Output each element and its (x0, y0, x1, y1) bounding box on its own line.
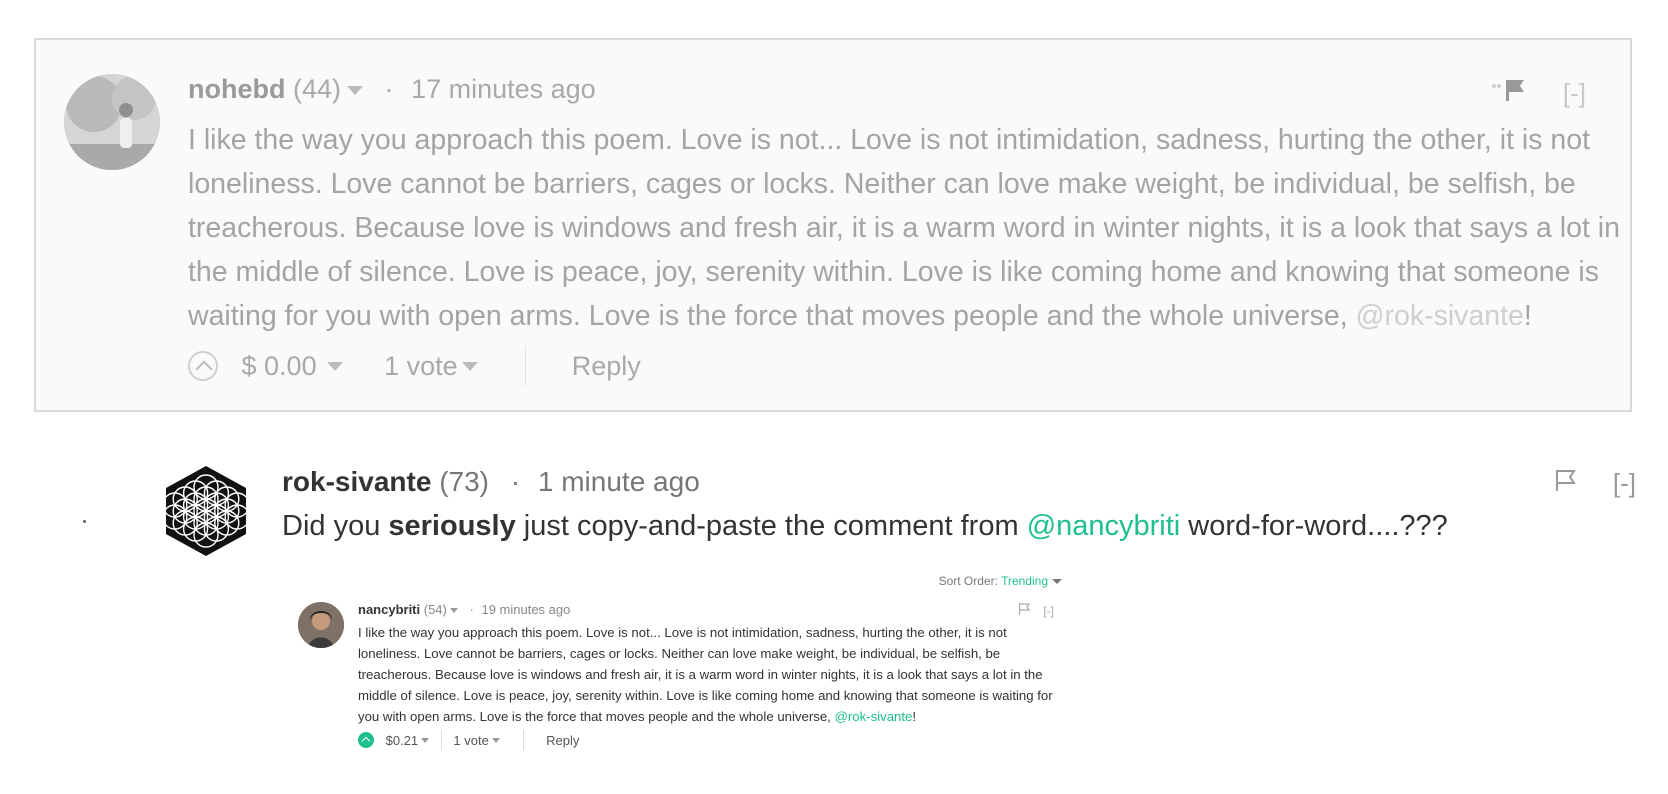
avatar (298, 602, 344, 648)
chevron-down-icon (449, 608, 458, 614)
bullet-dot (83, 520, 86, 523)
reply-link[interactable]: Reply (572, 351, 641, 382)
comment-text: Did you (282, 510, 389, 542)
avatar[interactable] (64, 74, 160, 170)
comment-text: I like the way you approach this poem. L… (358, 625, 1053, 724)
comment-meta: nohebd (44) · 17 minutes ago (188, 74, 596, 105)
comment-controls: [-] (1018, 602, 1054, 619)
collapse-button[interactable]: [-] (1613, 468, 1636, 498)
mention-link[interactable]: @rok-sivante (1356, 300, 1524, 332)
author-name: nancybriti (358, 602, 421, 617)
chevron-down-icon (491, 737, 500, 743)
parent-comment: nohebd (44) · 17 minutes ago [-] I like … (34, 38, 1632, 412)
comment-controls: [-] (1554, 466, 1636, 500)
separator-dot: · (384, 74, 394, 104)
collapse-button[interactable]: [-] (1563, 78, 1586, 108)
comment-text-bold: seriously (388, 510, 516, 542)
upvote-icon (358, 732, 374, 748)
comment-text-end: ! (912, 709, 917, 724)
payout-value[interactable]: $ 0.00 (242, 351, 317, 382)
user-photo-icon (64, 74, 160, 170)
chevron-down-icon[interactable] (347, 86, 364, 96)
user-photo-icon (298, 602, 344, 648)
comment-text: just copy-and-paste the comment from (515, 510, 1027, 542)
chevron-down-icon (421, 737, 430, 743)
comment-text-end: ! (1523, 300, 1532, 332)
divider (440, 730, 442, 750)
comment-actions: $0.21 1 vote Reply (358, 730, 579, 750)
comment-body: Did you seriously just copy-and-paste th… (282, 510, 1448, 543)
vote-count: 1 vote (453, 732, 489, 748)
mention-link[interactable]: @nancybriti (1027, 510, 1181, 542)
flag-icon[interactable] (1554, 467, 1576, 500)
chevron-down-icon (1052, 579, 1062, 585)
comment-meta: rok-sivante (73) · 1 minute ago (282, 466, 700, 498)
comment-time: 19 minutes ago (481, 602, 571, 617)
comment-body: I like the way you approach this poem. L… (188, 118, 1628, 338)
flag-icon (1018, 602, 1031, 619)
chevron-down-icon[interactable] (461, 361, 478, 371)
reply-link: Reply (546, 732, 580, 748)
sort-value: Trending (1001, 574, 1048, 588)
avatar[interactable] (164, 466, 248, 556)
divider (523, 730, 525, 750)
author-name[interactable]: rok-sivante (282, 466, 431, 497)
divider (525, 346, 527, 386)
author-reputation: (54) (423, 602, 447, 617)
mention-link: @rok-sivante (834, 709, 913, 724)
upvote-icon[interactable] (188, 351, 218, 381)
sort-label: Sort Order: (938, 574, 998, 588)
sort-order: Sort Order: Trending (939, 574, 1062, 588)
embedded-screenshot: Sort Order: Trending nancybriti (54) · 1… (296, 570, 1066, 760)
chevron-down-icon[interactable] (326, 361, 343, 371)
payout-value: $0.21 (385, 732, 419, 748)
comment-actions: $ 0.00 1 vote Reply (188, 346, 641, 390)
collapse-button: [-] (1043, 603, 1055, 618)
author-reputation: (73) (439, 466, 489, 497)
flower-of-life-icon (166, 466, 246, 556)
vote-count[interactable]: 1 vote (384, 351, 458, 382)
separator-dot: · (510, 466, 521, 497)
comment-time[interactable]: 17 minutes ago (411, 74, 596, 104)
flag-icon[interactable] (1490, 77, 1526, 110)
comment-body: I like the way you approach this poem. L… (358, 622, 1058, 727)
author-name[interactable]: nohebd (188, 74, 285, 104)
comment-text: word-for-word....??? (1180, 510, 1448, 542)
author-reputation: (44) (293, 74, 342, 104)
separator-dot: · (469, 602, 474, 617)
comment-controls: [-] (1490, 76, 1586, 110)
comment-meta: nancybriti (54) · 19 minutes ago (358, 602, 570, 617)
comment-time[interactable]: 1 minute ago (538, 466, 700, 497)
